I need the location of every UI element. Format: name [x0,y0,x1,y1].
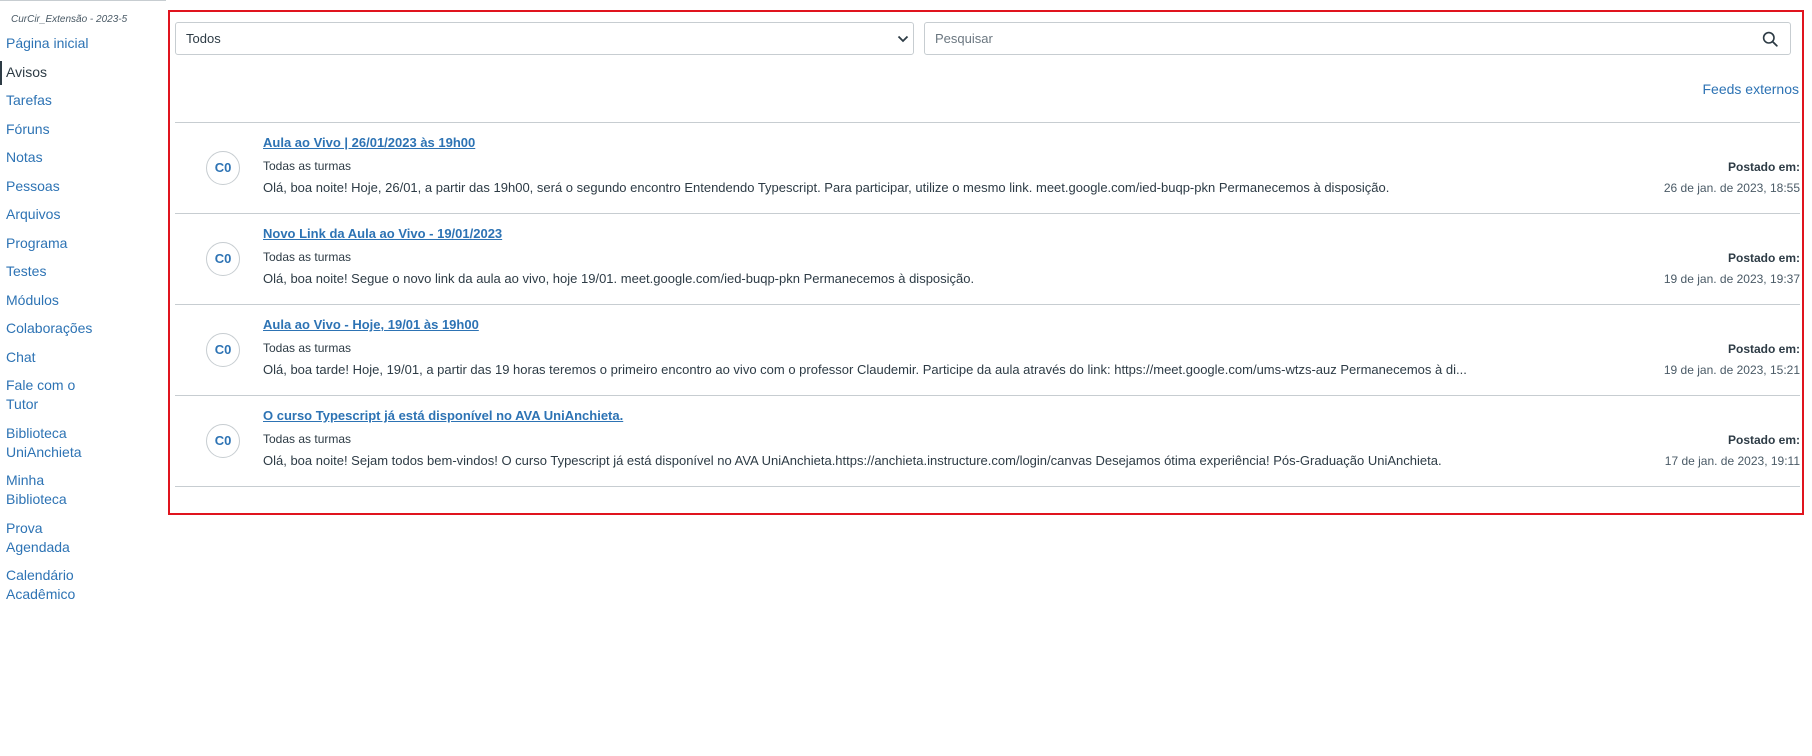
announcement-sections: Todas as turmas [263,250,352,264]
author-avatar[interactable]: C0 [206,333,240,367]
sidebar-item-programa[interactable]: Programa [0,234,96,253]
search-box [924,22,1791,55]
announcements-list: C0 Aula ao Vivo | 26/01/2023 às 19h00 Toda… [175,122,1800,487]
sections-filter-value: Todos [186,31,221,46]
top-divider [0,0,166,1]
sidebar-item-biblioteca-unianchieta[interactable]: Biblioteca UniAnchieta [0,424,96,462]
author-avatar[interactable]: C0 [206,242,240,276]
announcement-message: Olá, boa noite! Sejam todos bem-vindos! … [263,453,1442,468]
sidebar-item-colaboracoes[interactable]: Colaborações [0,319,96,338]
sidebar-item-minha-biblioteca[interactable]: Minha Biblioteca [0,471,96,509]
sidebar-item-prova-agendada[interactable]: Prova Agendada [0,519,96,557]
posted-date: 26 de jan. de 2023, 18:55 [1663,181,1800,195]
announcement-sections: Todas as turmas [263,432,352,446]
sidebar-item-fale-com-o-tutor[interactable]: Fale com o Tutor [0,376,96,414]
announcement-row: C0 O curso Typescript já está disponível … [175,396,1800,487]
chevron-down-icon [897,35,909,43]
search-icon[interactable] [1762,31,1778,47]
announcement-title-link[interactable]: Novo Link da Aula ao Vivo - 19/01/2023 [263,226,502,241]
search-input[interactable] [935,23,1735,54]
announcement-row: C0 Aula ao Vivo | 26/01/2023 às 19h00 Toda… [175,123,1800,214]
announcement-row: C0 Aula ao Vivo - Hoje, 19/01 às 19h00 Tod… [175,305,1800,396]
posted-label: Postado em: [1727,160,1800,174]
sidebar-item-pessoas[interactable]: Pessoas [0,177,96,196]
posted-label: Postado em: [1727,342,1800,356]
announcement-sections: Todas as turmas [263,341,352,355]
sidebar-item-modulos[interactable]: Módulos [0,291,96,310]
sidebar-item-notas[interactable]: Notas [0,148,96,167]
external-feeds-link[interactable]: Feeds externos [1703,81,1800,97]
sidebar-item-testes[interactable]: Testes [0,262,96,281]
posted-label: Postado em: [1727,433,1800,447]
announcement-message: Olá, boa noite! Segue o novo link da aul… [263,271,975,286]
course-term-label: CurCir_Extensão - 2023-5 [11,14,128,25]
posted-date: 17 de jan. de 2023, 19:11 [1664,454,1800,468]
announcement-message: Olá, boa tarde! Hoje, 19/01, a partir da… [263,362,1467,377]
announcements-panel: Todos Feeds externos C0 Aula ao Vivo | 26… [168,10,1804,515]
sections-filter-select[interactable]: Todos [175,22,914,55]
posted-label: Postado em: [1727,251,1800,265]
sidebar-item-avisos[interactable]: Avisos [0,60,96,85]
posted-date: 19 de jan. de 2023, 15:21 [1663,363,1800,377]
sidebar-item-chat[interactable]: Chat [0,348,96,367]
sidebar-item-foruns[interactable]: Fóruns [0,120,96,139]
course-nav-list: Página inicial Avisos Tarefas Fóruns Notas Pe… [0,34,150,604]
announcement-row: C0 Novo Link da Aula ao Vivo - 19/01/2023… [175,214,1800,305]
announcement-message: Olá, boa noite! Hoje, 26/01, a partir da… [263,180,1390,195]
announcement-sections: Todas as turmas [263,159,352,173]
announcement-title-link[interactable]: O curso Typescript já está disponível no… [263,408,623,423]
announcement-title-link[interactable]: Aula ao Vivo | 26/01/2023 às 19h00 [263,135,475,150]
author-avatar[interactable]: C0 [206,151,240,185]
sidebar-item-calendario-academico[interactable]: Calendário Acadêmico [0,566,96,604]
announcement-title-link[interactable]: Aula ao Vivo - Hoje, 19/01 às 19h00 [263,317,479,332]
course-navigation: CurCir_Extensão - 2023-5 Página inicial A… [0,12,150,614]
sidebar-item-pagina-inicial[interactable]: Página inicial [0,34,96,53]
sidebar-item-arquivos[interactable]: Arquivos [0,205,96,224]
posted-date: 19 de jan. de 2023, 19:37 [1663,272,1800,286]
author-avatar[interactable]: C0 [206,424,240,458]
sidebar-item-tarefas[interactable]: Tarefas [0,91,96,110]
